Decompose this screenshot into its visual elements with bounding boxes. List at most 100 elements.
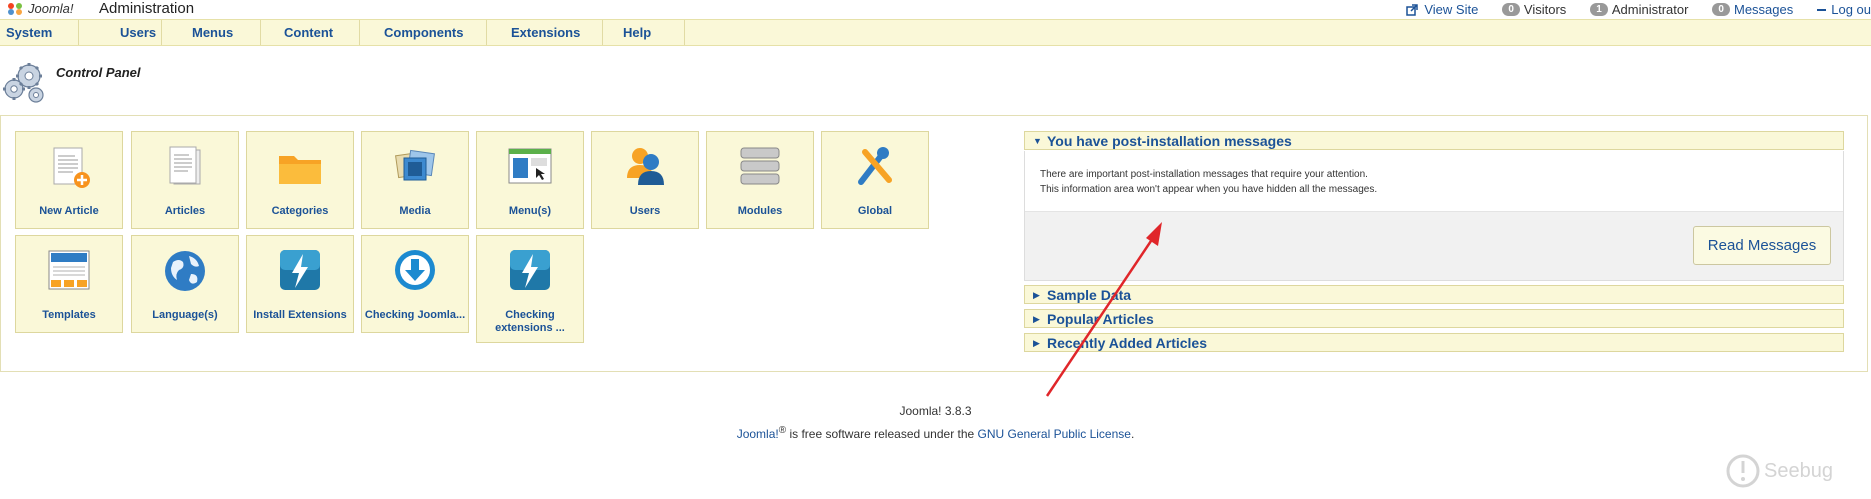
- joomla-logo-icon: [8, 2, 22, 15]
- quickicon-checking-extensions[interactable]: Checking extensions ...: [476, 235, 584, 343]
- quickicon-menus[interactable]: Menu(s): [476, 131, 584, 229]
- messages-badge: 0: [1712, 3, 1730, 16]
- control-panel-gears-icon: [3, 63, 44, 103]
- menu-extensions[interactable]: Extensions: [487, 20, 603, 45]
- quickicon-label: Menu(s): [508, 205, 552, 217]
- quickicon-label: Global: [857, 205, 893, 217]
- quickicon-install-extensions[interactable]: Install Extensions: [246, 235, 354, 333]
- gnu-license-link[interactable]: GNU General Public License: [978, 427, 1131, 441]
- menu-help[interactable]: Help: [603, 20, 685, 45]
- view-site-label[interactable]: View Site: [1424, 2, 1478, 17]
- download-icon: [395, 250, 435, 290]
- postinstall-panel-body: There are important post-installation me…: [1024, 151, 1844, 281]
- tools-icon: [858, 147, 892, 185]
- postinstall-actions: Read Messages: [1025, 211, 1843, 280]
- admin-label: Administrator: [1611, 2, 1689, 17]
- visitors-status: 0 Visitors: [1502, 2, 1566, 17]
- visitors-label: Visitors: [1523, 2, 1567, 17]
- top-status-bar: Joomla! Administration View Site 0 Visit…: [0, 0, 1871, 19]
- panel-title: Popular Articles: [1047, 311, 1154, 327]
- quickicon-label: Media: [399, 205, 431, 217]
- panel-title: Recently Added Articles: [1047, 335, 1208, 351]
- seebug-logo-icon: [1726, 454, 1760, 488]
- main-menu: System Users Menus Content Components Ex…: [0, 19, 1871, 46]
- postinstall-line-1: There are important post-installation me…: [1040, 169, 1368, 180]
- page-header: Control Panel: [0, 57, 400, 107]
- quickicon-label: Modules: [737, 205, 783, 217]
- quickicon-categories[interactable]: Categories: [246, 131, 354, 229]
- seebug-watermark: Seebug: [1725, 453, 1833, 489]
- menu-users[interactable]: Users: [79, 20, 162, 45]
- version-text: Joomla! 3.8.3: [899, 404, 972, 418]
- messages-label[interactable]: Messages: [1734, 2, 1793, 17]
- templates-icon: [48, 250, 90, 290]
- lightning-icon: [280, 250, 320, 290]
- media-icon: [395, 149, 435, 181]
- postinstall-heading: You have post-installation messages: [1047, 133, 1292, 149]
- menu-content[interactable]: Content: [261, 20, 360, 45]
- view-site-link[interactable]: View Site: [1406, 2, 1478, 17]
- quickicon-global[interactable]: Global: [821, 131, 929, 229]
- globe-icon: [165, 251, 205, 291]
- read-messages-button[interactable]: Read Messages: [1693, 226, 1831, 265]
- quickicon-users[interactable]: Users: [591, 131, 699, 229]
- postinstall-panel-header[interactable]: ▼ You have post-installation messages: [1024, 131, 1844, 150]
- collapsed-triangle-icon: ▶: [1033, 338, 1040, 348]
- collapsed-triangle-icon: ▶: [1033, 290, 1040, 300]
- quickicon-label: Checking Joomla...: [364, 309, 466, 321]
- collapsed-triangle-icon: ▶: [1033, 314, 1040, 324]
- logout-link[interactable]: Log ou: [1817, 2, 1871, 17]
- page-title: Control Panel: [56, 65, 141, 80]
- quickicon-label: Install Extensions: [253, 309, 347, 321]
- joomla-link[interactable]: Joomla!: [737, 427, 779, 441]
- quickicon-languages[interactable]: Language(s): [131, 235, 239, 333]
- menu-icon: [508, 148, 552, 184]
- license-text: Joomla!® is free software released under…: [0, 421, 1871, 444]
- app-title: Administration: [99, 0, 195, 17]
- external-link-icon: [1406, 3, 1419, 16]
- quickicon-label: Articles: [164, 205, 206, 217]
- postinstall-text: There are important post-installation me…: [1040, 167, 1377, 197]
- expanded-triangle-icon: ▼: [1033, 136, 1042, 146]
- watermark-text: Seebug: [1764, 459, 1833, 482]
- articles-icon: [169, 146, 201, 185]
- quickicon-modules[interactable]: Modules: [706, 131, 814, 229]
- lightning-icon: [510, 250, 550, 290]
- menu-menus[interactable]: Menus: [162, 20, 261, 45]
- new-article-icon: [53, 147, 90, 188]
- joomla-logo[interactable]: Joomla!: [6, 1, 74, 16]
- logout-icon: [1817, 8, 1827, 11]
- license-middle-text: is free software released under the: [786, 427, 978, 441]
- recently-added-articles-panel-header[interactable]: ▶ Recently Added Articles: [1024, 333, 1844, 352]
- license-end-text: .: [1130, 427, 1135, 441]
- quickicon-checking-joomla[interactable]: Checking Joomla...: [361, 235, 469, 333]
- admin-badge: 1: [1590, 3, 1608, 16]
- footer: Joomla! 3.8.3 Joomla!® is free software …: [0, 402, 1871, 444]
- sample-data-panel-header[interactable]: ▶ Sample Data: [1024, 285, 1844, 304]
- menu-system[interactable]: System: [0, 20, 79, 45]
- modules-icon: [740, 147, 780, 185]
- menu-components[interactable]: Components: [360, 20, 487, 45]
- users-icon: [627, 148, 664, 185]
- logo-text: Joomla!: [28, 1, 74, 16]
- folder-icon: [279, 156, 321, 184]
- quickicon-label: Templates: [42, 309, 96, 321]
- quickicon-new-article[interactable]: New Article: [15, 131, 123, 229]
- registered-mark: ®: [778, 425, 787, 436]
- quickicon-label: New Article: [39, 205, 99, 217]
- logout-label[interactable]: Log ou: [1831, 2, 1871, 17]
- popular-articles-panel-header[interactable]: ▶ Popular Articles: [1024, 309, 1844, 328]
- quickicon-templates[interactable]: Templates: [15, 235, 123, 333]
- visitors-badge: 0: [1502, 3, 1520, 16]
- panel-title: Sample Data: [1047, 287, 1132, 303]
- quickicon-label: Categories: [271, 205, 329, 217]
- quickicon-label: Language(s): [152, 309, 218, 321]
- postinstall-line-2: This information area won't appear when …: [1040, 184, 1378, 195]
- admin-status: 1 Administrator: [1590, 2, 1688, 17]
- quickicon-label: Users: [629, 205, 661, 217]
- status-area: View Site 0 Visitors 1 Administrator 0 M…: [1382, 2, 1871, 17]
- quickicon-label: Checking extensions ...: [495, 309, 565, 334]
- quickicon-media[interactable]: Media: [361, 131, 469, 229]
- quickicon-articles[interactable]: Articles: [131, 131, 239, 229]
- messages-link[interactable]: 0 Messages: [1712, 2, 1793, 17]
